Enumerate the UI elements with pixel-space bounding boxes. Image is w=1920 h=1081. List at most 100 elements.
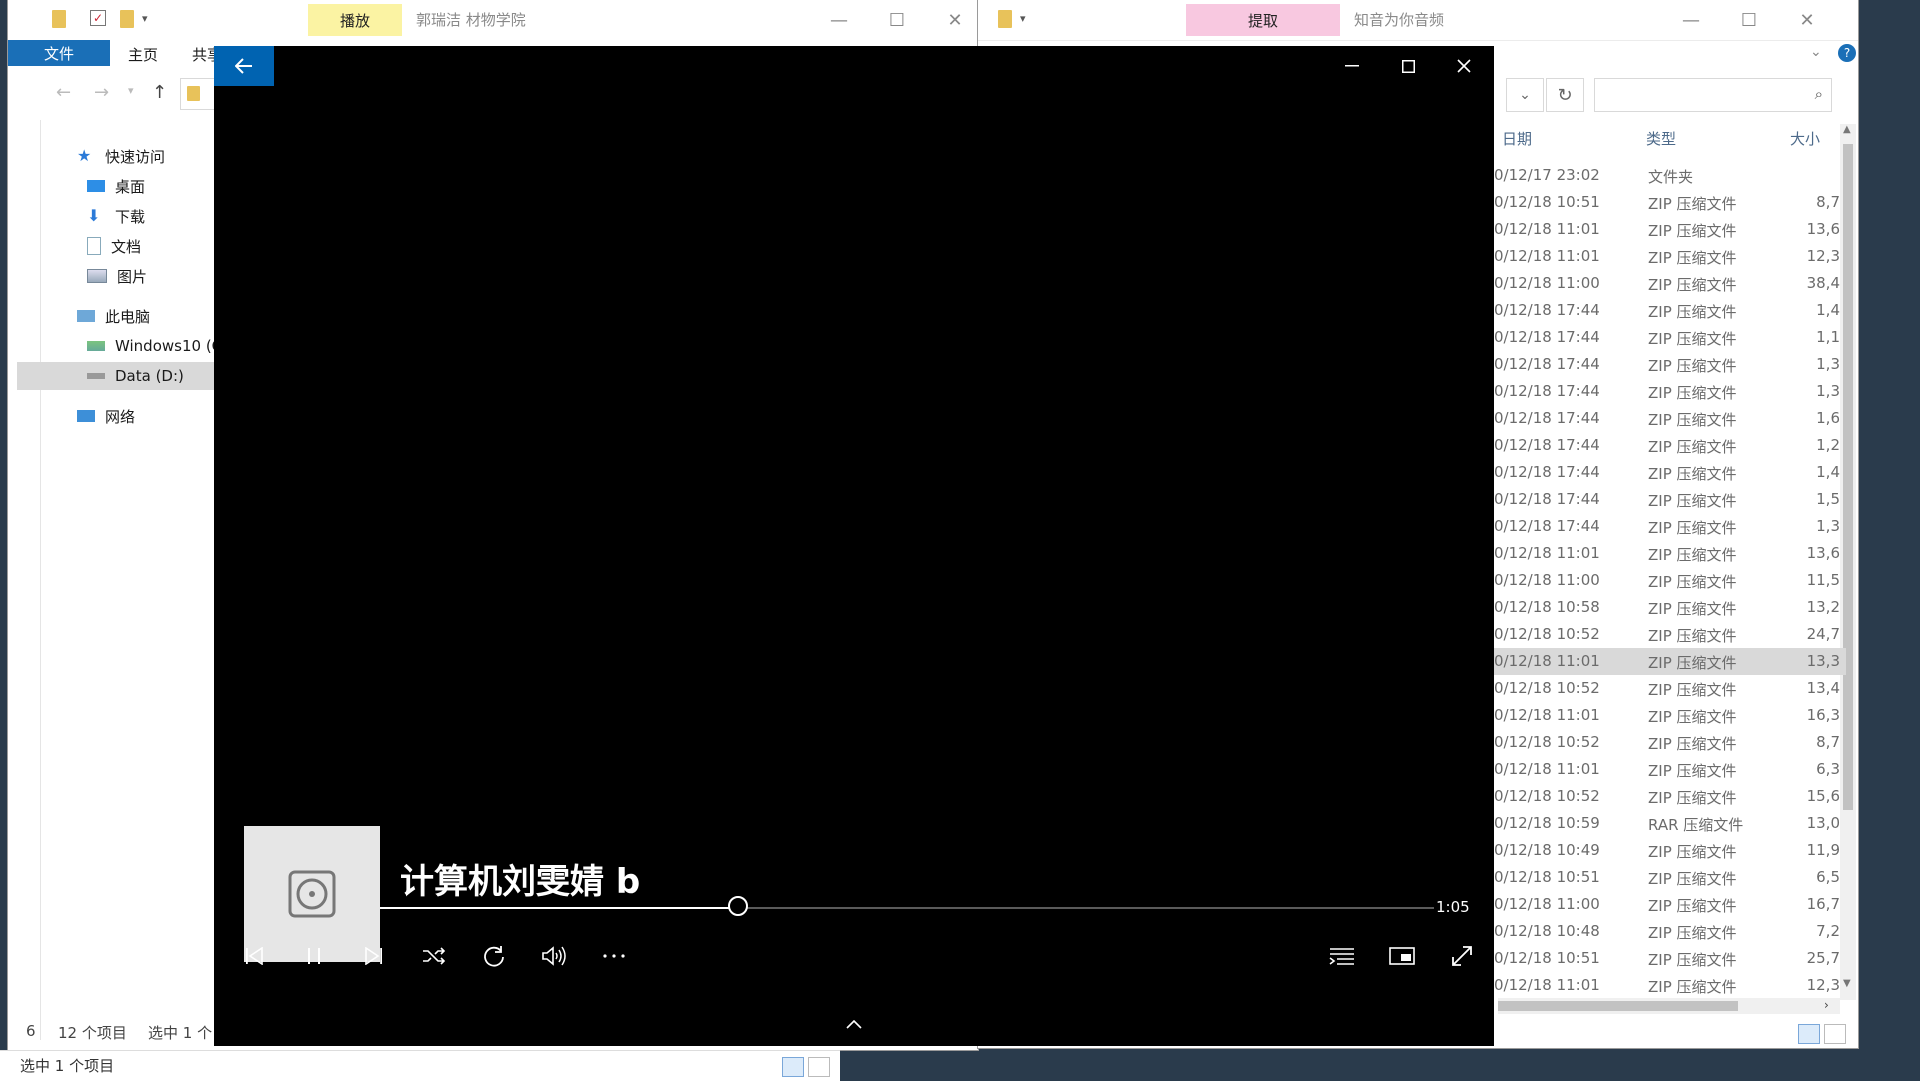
file-row[interactable]: 0/12/18 11:00 ZIP 压缩文件 38,4 (1490, 270, 1846, 297)
nav-desktop[interactable]: 桌面 (87, 172, 145, 200)
file-type: ZIP 压缩文件 (1648, 546, 1737, 564)
file-row[interactable]: 0/12/18 11:01 ZIP 压缩文件 12,3 (1490, 243, 1846, 270)
file-row[interactable]: 0/12/18 17:44 ZIP 压缩文件 1,2 (1490, 432, 1846, 459)
address-dropdown-icon[interactable]: ⌄ (1506, 78, 1544, 112)
bottom-details-view-icon[interactable] (782, 1057, 804, 1077)
details-view-icon[interactable] (1798, 1024, 1820, 1044)
nav-windows-drive[interactable]: Windows10 (C (87, 332, 222, 360)
refresh-icon[interactable]: ↻ (1546, 78, 1584, 112)
document-icon (87, 237, 101, 255)
file-row[interactable]: 0/12/18 10:52 ZIP 压缩文件 15,6 (1490, 783, 1846, 810)
file-row[interactable]: 0/12/18 11:00 ZIP 压缩文件 16,7 (1490, 891, 1846, 918)
expand-up-icon[interactable] (832, 1002, 876, 1046)
search-box[interactable]: ⌕ (1594, 78, 1832, 112)
player-close-icon[interactable] (1442, 46, 1486, 86)
file-row[interactable]: 0/12/18 10:52 ZIP 压缩文件 8,7 (1490, 729, 1846, 756)
right-quick-access-dropdown-icon[interactable]: ▾ (1020, 12, 1034, 30)
file-row[interactable]: 0/12/18 10:58 ZIP 压缩文件 13,2 (1490, 594, 1846, 621)
file-row[interactable]: 0/12/17 23:02 文件夹 (1490, 162, 1846, 189)
file-row[interactable]: 0/12/18 11:01 ZIP 压缩文件 12,3 (1490, 972, 1846, 999)
file-row[interactable]: 0/12/18 10:51 ZIP 压缩文件 25,7 (1490, 945, 1846, 972)
left-maximize-icon[interactable]: ☐ (868, 0, 926, 40)
file-date: 0/12/18 11:00 (1494, 895, 1600, 913)
file-date: 0/12/18 10:52 (1494, 679, 1600, 697)
file-date: 0/12/18 17:44 (1494, 409, 1600, 427)
nav-quick-access[interactable]: ★ 快速访问 (77, 142, 165, 170)
file-row[interactable]: 0/12/18 17:44 ZIP 压缩文件 1,4 (1490, 459, 1846, 486)
file-row[interactable]: 0/12/18 10:49 ZIP 压缩文件 11,9 (1490, 837, 1846, 864)
nav-pictures[interactable]: 图片 (87, 262, 147, 290)
back-arrow-icon[interactable] (214, 46, 274, 86)
nav-network[interactable]: 网络 (77, 402, 135, 430)
properties-checkbox-icon[interactable]: ✓ (90, 10, 106, 26)
right-minimize-icon[interactable]: — (1662, 0, 1720, 40)
file-type: ZIP 压缩文件 (1648, 222, 1737, 240)
nav-downloads[interactable]: ⬇ 下载 (87, 202, 145, 230)
recent-dropdown-icon[interactable]: ▾ (128, 84, 134, 97)
seek-bar-thumb[interactable] (728, 896, 749, 916)
file-row[interactable]: 0/12/18 10:52 ZIP 压缩文件 24,7 (1490, 621, 1846, 648)
right-maximize-icon[interactable]: ☐ (1720, 0, 1778, 40)
pause-icon[interactable] (292, 934, 336, 978)
up-nav-icon[interactable]: ↑ (152, 82, 167, 103)
tab-home[interactable]: 主页 (128, 44, 158, 65)
fullscreen-icon[interactable] (1440, 934, 1484, 978)
large-icons-view-icon[interactable] (1824, 1024, 1846, 1044)
bottom-large-icons-view-icon[interactable] (808, 1057, 830, 1077)
file-row[interactable]: 0/12/18 10:52 ZIP 压缩文件 13,4 (1490, 675, 1846, 702)
player-minimize-icon[interactable] (1330, 46, 1374, 86)
quick-access-dropdown-icon[interactable]: ▾ (142, 12, 156, 30)
scroll-right-icon[interactable]: › (1824, 998, 1829, 1012)
left-minimize-icon[interactable]: — (810, 0, 868, 40)
more-icon[interactable] (592, 934, 636, 978)
file-row[interactable]: 0/12/18 17:44 ZIP 压缩文件 1,3 (1490, 513, 1846, 540)
file-row[interactable]: 0/12/18 17:44 ZIP 压缩文件 1,3 (1490, 378, 1846, 405)
player-maximize-icon[interactable] (1386, 46, 1430, 86)
file-row[interactable]: 0/12/18 10:48 ZIP 压缩文件 7,2 (1490, 918, 1846, 945)
tab-extract[interactable]: 提取 (1186, 4, 1340, 36)
volume-icon[interactable] (532, 934, 576, 978)
mini-view-icon[interactable] (1380, 934, 1424, 978)
file-row[interactable]: 0/12/18 17:44 ZIP 压缩文件 1,5 (1490, 486, 1846, 513)
next-icon[interactable] (352, 934, 396, 978)
column-header-size[interactable]: 大小 (1790, 128, 1820, 149)
column-header-type[interactable]: 类型 (1646, 128, 1676, 149)
playlist-icon[interactable] (1320, 934, 1364, 978)
tab-play[interactable]: 播放 (308, 4, 402, 36)
file-row[interactable]: 0/12/18 17:44 ZIP 压缩文件 1,3 (1490, 351, 1846, 378)
file-row[interactable]: 0/12/18 17:44 ZIP 压缩文件 1,6 (1490, 405, 1846, 432)
file-date: 0/12/18 11:01 (1494, 976, 1600, 994)
nav-data-drive[interactable]: Data (D:) (17, 362, 231, 390)
file-type: ZIP 压缩文件 (1648, 681, 1737, 699)
scroll-up-icon[interactable]: ▲ (1843, 124, 1851, 135)
seek-bar[interactable] (380, 896, 1434, 916)
shuffle-icon[interactable] (412, 934, 456, 978)
ribbon-collapse-icon[interactable]: ⌄ (1810, 44, 1822, 60)
repeat-icon[interactable] (472, 934, 516, 978)
file-date: 0/12/18 11:01 (1494, 652, 1600, 670)
help-icon[interactable]: ? (1838, 44, 1856, 62)
file-row[interactable]: 0/12/18 17:44 ZIP 压缩文件 1,4 (1490, 297, 1846, 324)
file-row[interactable]: 0/12/18 11:01 ZIP 压缩文件 13,3 (1490, 648, 1846, 675)
new-folder-icon[interactable] (120, 10, 134, 28)
column-header-date[interactable]: 日期 (1502, 128, 1532, 149)
left-close-icon[interactable]: ✕ (926, 0, 978, 40)
forward-nav-icon[interactable]: → (94, 82, 109, 103)
file-row[interactable]: 0/12/18 17:44 ZIP 压缩文件 1,1 (1490, 324, 1846, 351)
horizontal-scrollbar[interactable]: › (1498, 998, 1840, 1014)
file-row[interactable]: 0/12/18 10:51 ZIP 压缩文件 6,5 (1490, 864, 1846, 891)
file-row[interactable]: 0/12/18 11:01 ZIP 压缩文件 13,6 (1490, 216, 1846, 243)
tab-file[interactable]: 文件 (8, 40, 110, 66)
file-row[interactable]: 0/12/18 11:01 ZIP 压缩文件 6,3 (1490, 756, 1846, 783)
nav-documents[interactable]: 文档 (87, 232, 141, 260)
file-row[interactable]: 0/12/18 10:59 RAR 压缩文件 13,0 (1490, 810, 1846, 837)
right-close-icon[interactable]: ✕ (1778, 0, 1836, 40)
h-scroll-thumb[interactable] (1498, 1001, 1738, 1011)
file-row[interactable]: 0/12/18 10:51 ZIP 压缩文件 8,7 (1490, 189, 1846, 216)
file-row[interactable]: 0/12/18 11:01 ZIP 压缩文件 13,6 (1490, 540, 1846, 567)
previous-icon[interactable] (232, 934, 276, 978)
nav-this-pc[interactable]: 此电脑 (77, 302, 150, 330)
back-nav-icon[interactable]: ← (56, 82, 71, 103)
file-row[interactable]: 0/12/18 11:00 ZIP 压缩文件 11,5 (1490, 567, 1846, 594)
file-row[interactable]: 0/12/18 11:01 ZIP 压缩文件 16,3 (1490, 702, 1846, 729)
